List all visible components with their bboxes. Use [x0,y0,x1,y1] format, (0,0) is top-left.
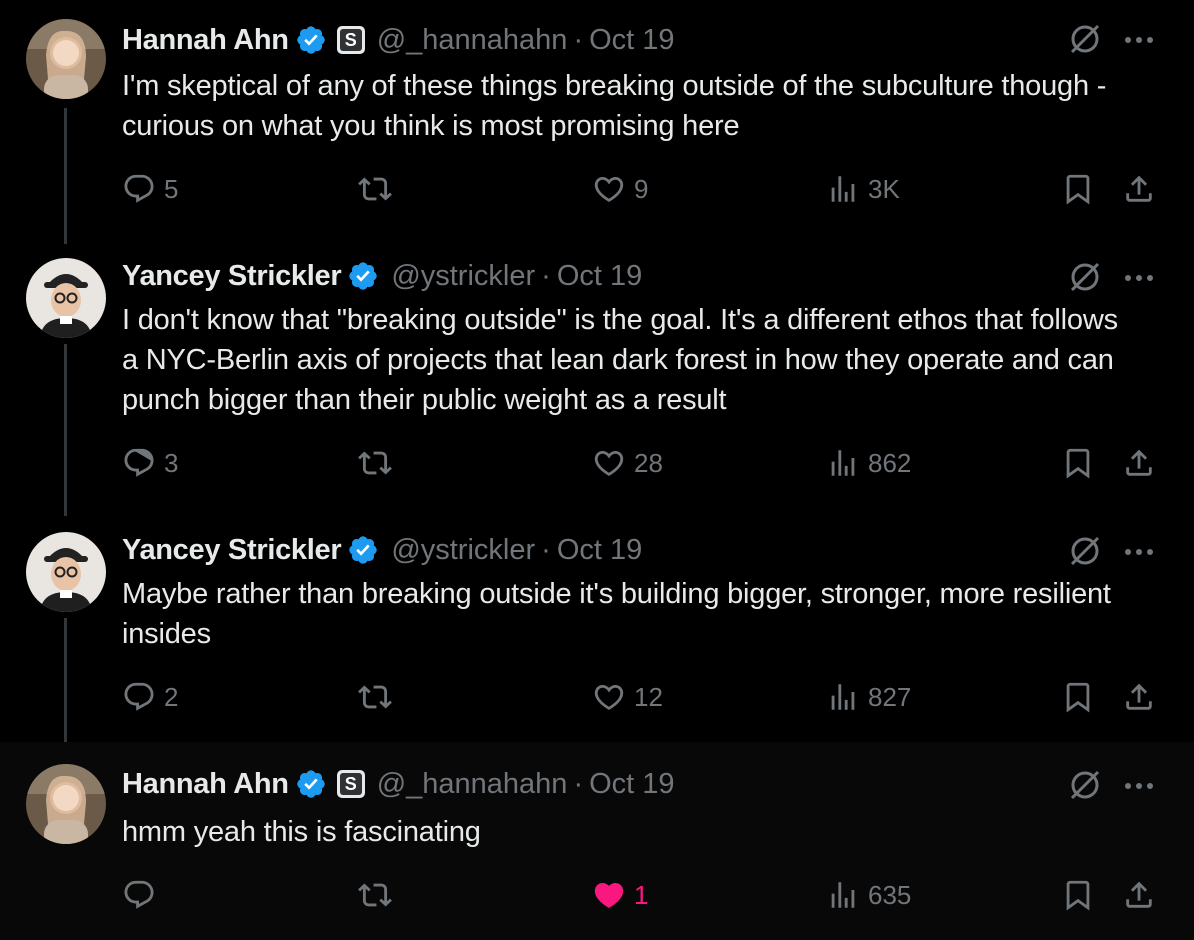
tweet-header: Yancey Strickler @ystrickler · Oct 19 [122,533,643,567]
tweet-actions: 3 28 862 [0,446,1194,486]
tweet-actions: 1 635 [0,878,1194,918]
heart-icon [594,684,624,710]
grok-icon[interactable] [1068,534,1102,568]
share-button[interactable] [1122,446,1156,480]
retweet-button[interactable] [358,172,400,206]
avatar-hannah[interactable] [26,764,106,844]
affiliate-badge-icon[interactable]: S [336,26,365,54]
grok-icon[interactable] [1068,22,1102,56]
tweet-date[interactable]: Oct 19 [557,534,642,567]
tweet-actions: 2 12 827 [0,680,1194,720]
views-button[interactable]: 827 [826,680,911,714]
reply-icon [124,448,154,477]
heart-icon [594,450,624,476]
views-button[interactable]: 3K [826,172,900,206]
tweet-4[interactable]: Hannah Ahn S @_hannahahn · Oct 19 hmm ye… [0,742,1194,940]
author-handle[interactable]: @ystrickler [391,534,535,567]
tweet-date[interactable]: Oct 19 [589,24,674,57]
thread-connector [64,344,67,516]
retweet-icon [358,451,392,475]
tweet-text: Maybe rather than breaking outside it's … [122,578,1111,650]
tweet-header: Hannah Ahn S @_hannahahn · Oct 19 [122,23,675,57]
author-name[interactable]: Yancey Strickler [122,260,342,293]
tweet-2[interactable]: Yancey Strickler @ystrickler · Oct 19 I … [0,236,1194,516]
verified-badge-icon [295,24,327,56]
grok-icon[interactable] [1068,768,1102,802]
like-button[interactable]: 1 [592,878,648,912]
bookmark-button[interactable] [1061,680,1095,714]
share-button[interactable] [1122,680,1156,714]
more-options-icon[interactable] [1122,542,1156,562]
more-options-icon[interactable] [1122,268,1156,288]
views-icon [831,882,855,908]
views-icon [831,176,855,202]
verified-badge-icon [295,768,327,800]
reply-icon [124,174,154,203]
more-options-icon[interactable] [1122,776,1156,796]
retweet-button[interactable] [358,680,400,714]
share-icon [1126,683,1152,710]
retweet-button[interactable] [358,446,400,480]
bookmark-icon [1066,448,1090,479]
share-button[interactable] [1122,172,1156,206]
reply-button[interactable]: 3 [122,446,178,480]
views-icon [831,450,855,476]
views-button[interactable]: 635 [826,878,911,912]
avatar-yancey[interactable] [26,258,106,338]
share-icon [1126,449,1152,476]
retweet-button[interactable] [358,878,400,912]
author-name[interactable]: Hannah Ahn [122,24,289,57]
reply-button[interactable]: 2 [122,680,178,714]
author-handle[interactable]: @_hannahahn [377,24,568,57]
verified-badge-icon [347,260,379,292]
retweet-icon [358,177,392,201]
bookmark-button[interactable] [1061,878,1095,912]
like-button[interactable]: 9 [592,172,648,206]
tweet-actions: 5 9 3K [0,172,1194,212]
like-button[interactable]: 28 [592,446,663,480]
bookmark-button[interactable] [1061,446,1095,480]
reply-icon [124,880,154,909]
retweet-icon [358,685,392,709]
retweet-icon [358,883,392,907]
heart-filled-icon [594,882,624,908]
tweet-header: Hannah Ahn S @_hannahahn · Oct 19 [122,767,675,801]
views-icon [831,684,855,710]
tweet-1[interactable]: Hannah Ahn S @_hannahahn · Oct 19 I'm sk… [0,0,1194,244]
tweet-3[interactable]: Yancey Strickler @ystrickler · Oct 19 Ma… [0,510,1194,760]
bookmark-icon [1066,880,1090,911]
heart-icon [594,176,624,202]
grok-icon[interactable] [1068,260,1102,294]
bookmark-icon [1066,174,1090,205]
like-button[interactable]: 12 [592,680,663,714]
reply-button[interactable] [122,878,164,912]
tweet-header: Yancey Strickler @ystrickler · Oct 19 [122,259,643,293]
author-name[interactable]: Hannah Ahn [122,768,289,801]
tweet-text: hmm yeah this is fascinating [122,816,481,848]
affiliate-badge-icon[interactable]: S [336,770,365,798]
bookmark-icon [1066,682,1090,713]
share-icon [1126,881,1152,908]
tweet-text: I'm skeptical of any of these things bre… [122,70,1107,142]
reply-button[interactable]: 5 [122,172,178,206]
avatar-hannah[interactable] [26,19,106,99]
avatar-yancey[interactable] [26,532,106,612]
tweet-text: I don't know that "breaking outside" is … [122,304,1118,416]
reply-icon [124,682,154,711]
share-button[interactable] [1122,878,1156,912]
bookmark-button[interactable] [1061,172,1095,206]
more-options-icon[interactable] [1122,30,1156,50]
verified-badge-icon [347,534,379,566]
author-handle[interactable]: @ystrickler [391,260,535,293]
tweet-date[interactable]: Oct 19 [557,260,642,293]
share-icon [1126,175,1152,202]
views-button[interactable]: 862 [826,446,911,480]
author-name[interactable]: Yancey Strickler [122,534,342,567]
tweet-date[interactable]: Oct 19 [589,768,674,801]
author-handle[interactable]: @_hannahahn [377,768,568,801]
